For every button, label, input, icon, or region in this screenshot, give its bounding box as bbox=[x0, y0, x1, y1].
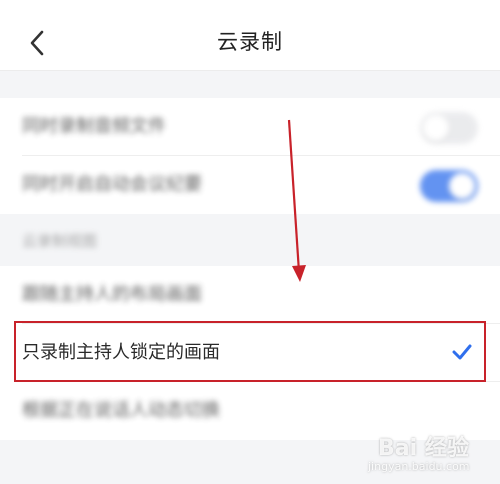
record-audio-row[interactable]: 同时录制音频文件 bbox=[0, 98, 500, 156]
highlight-annotation bbox=[14, 321, 486, 382]
watermark-logo: Bai 经验 jingyan.baidu.com bbox=[360, 424, 490, 480]
toggle-knob bbox=[423, 115, 449, 141]
recording-options-group: 同时录制音频文件 同时开启自动会议纪要 bbox=[0, 98, 500, 214]
record-audio-toggle[interactable] bbox=[420, 112, 478, 144]
watermark-url: jingyan.baidu.com bbox=[368, 460, 470, 473]
auto-minutes-toggle[interactable] bbox=[420, 170, 478, 202]
view-option-follow-host[interactable]: 跟随主持人的布局画面 bbox=[0, 266, 500, 324]
header: 云录制 bbox=[0, 0, 500, 71]
watermark-brand: Bai 经验 bbox=[378, 436, 469, 461]
record-audio-label: 同时录制音频文件 bbox=[22, 116, 166, 137]
auto-minutes-label: 同时开启自动会议纪要 bbox=[22, 174, 202, 195]
page-title: 云录制 bbox=[217, 30, 283, 54]
view-option-label: 根据正在说话人动态切换 bbox=[22, 400, 220, 421]
toggle-knob bbox=[449, 173, 475, 199]
view-option-label: 跟随主持人的布局画面 bbox=[22, 284, 202, 305]
view-section-label: 云录制视图 bbox=[22, 232, 98, 250]
auto-minutes-row[interactable]: 同时开启自动会议纪要 bbox=[0, 156, 500, 214]
